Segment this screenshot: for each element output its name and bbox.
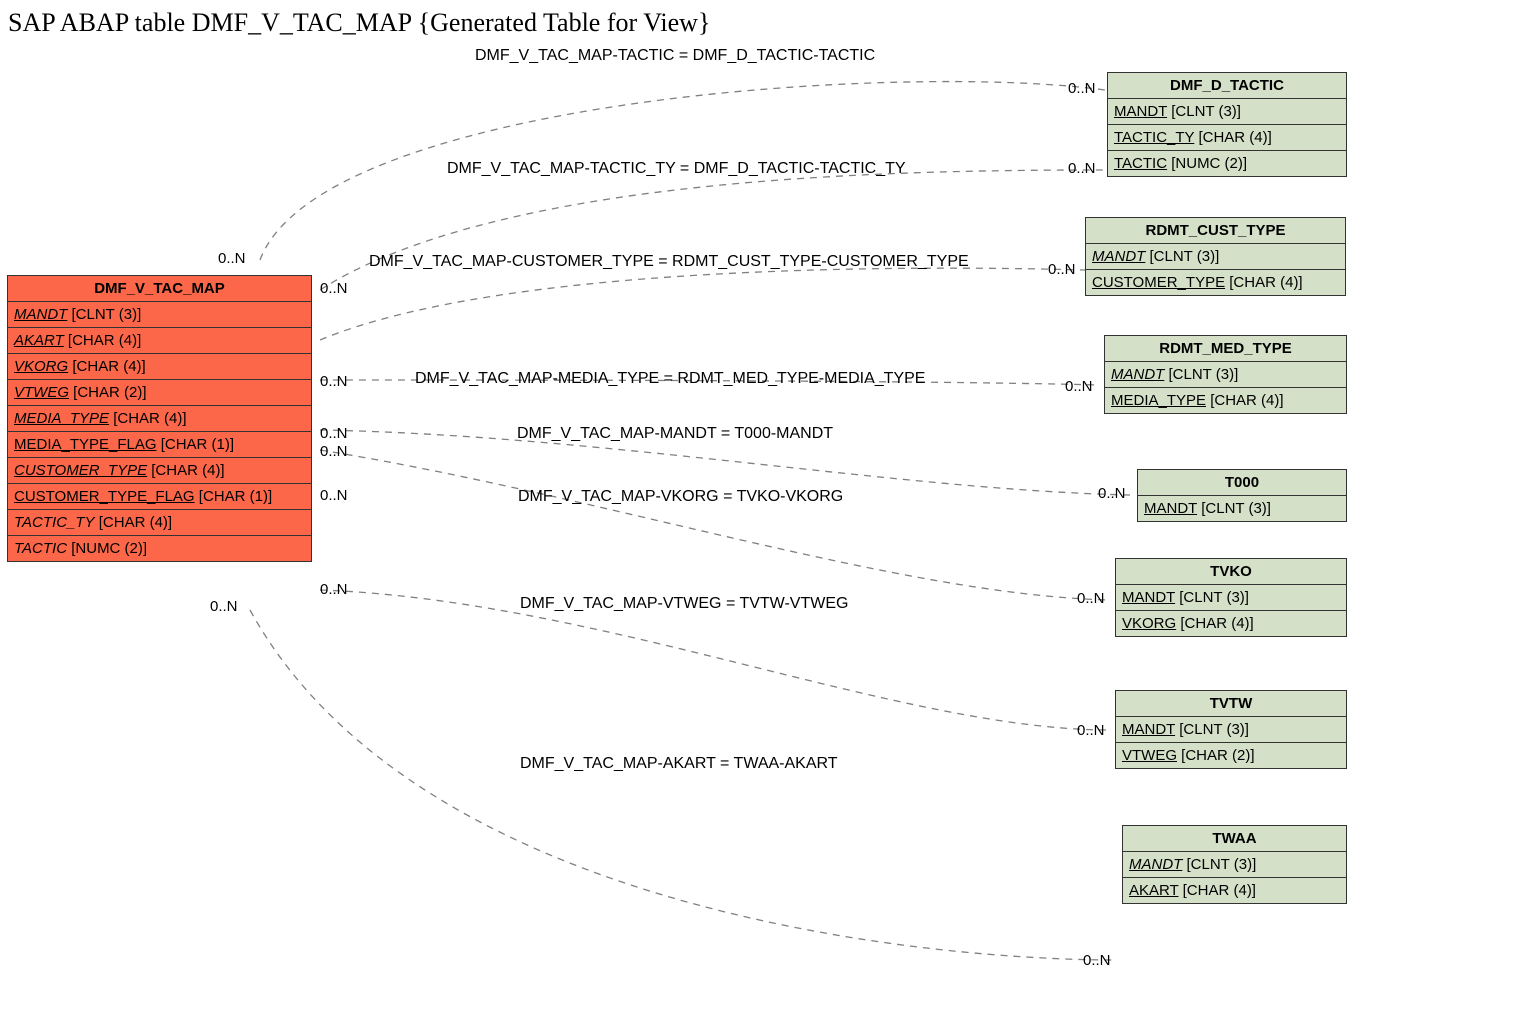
entity-tvko: TVKO MANDT [CLNT (3)] VKORG [CHAR (4)] bbox=[1115, 558, 1347, 637]
entity-header: RDMT_CUST_TYPE bbox=[1086, 218, 1345, 244]
relationship-label: DMF_V_TAC_MAP-MANDT = T000-MANDT bbox=[517, 425, 833, 443]
cardinality-label: 0..N bbox=[1083, 952, 1111, 969]
relationship-label: DMF_V_TAC_MAP-VTWEG = TVTW-VTWEG bbox=[520, 595, 848, 613]
entity-header: DMF_D_TACTIC bbox=[1108, 73, 1346, 99]
page-title: SAP ABAP table DMF_V_TAC_MAP {Generated … bbox=[8, 8, 710, 38]
relationship-label: DMF_V_TAC_MAP-AKART = TWAA-AKART bbox=[520, 755, 838, 773]
entity-field: TACTIC_TY [CHAR (4)] bbox=[1108, 125, 1346, 151]
cardinality-label: 0..N bbox=[1065, 378, 1093, 395]
entity-field: MEDIA_TYPE [CHAR (4)] bbox=[1105, 388, 1346, 413]
entity-twaa: TWAA MANDT [CLNT (3)] AKART [CHAR (4)] bbox=[1122, 825, 1347, 904]
cardinality-label: 0..N bbox=[1068, 80, 1096, 97]
relationship-label: DMF_V_TAC_MAP-CUSTOMER_TYPE = RDMT_CUST_… bbox=[369, 253, 969, 271]
cardinality-label: 0..N bbox=[320, 443, 348, 460]
cardinality-label: 0..N bbox=[1098, 485, 1126, 502]
entity-field: MANDT [CLNT (3)] bbox=[1138, 496, 1346, 521]
cardinality-label: 0..N bbox=[1048, 261, 1076, 278]
entity-field: TACTIC [NUMC (2)] bbox=[1108, 151, 1346, 176]
entity-field: CUSTOMER_TYPE [CHAR (4)] bbox=[1086, 270, 1345, 295]
entity-field: VTWEG [CHAR (2)] bbox=[1116, 743, 1346, 768]
entity-field: CUSTOMER_TYPE_FLAG [CHAR (1)] bbox=[8, 484, 311, 510]
entity-field: MANDT [CLNT (3)] bbox=[1123, 852, 1346, 878]
entity-field: MANDT [CLNT (3)] bbox=[1086, 244, 1345, 270]
entity-field: VTWEG [CHAR (2)] bbox=[8, 380, 311, 406]
entity-field: MEDIA_TYPE [CHAR (4)] bbox=[8, 406, 311, 432]
cardinality-label: 0..N bbox=[1077, 590, 1105, 607]
entity-field: MANDT [CLNT (3)] bbox=[1116, 585, 1346, 611]
cardinality-label: 0..N bbox=[218, 250, 246, 267]
entity-t000: T000 MANDT [CLNT (3)] bbox=[1137, 469, 1347, 522]
entity-field: MEDIA_TYPE_FLAG [CHAR (1)] bbox=[8, 432, 311, 458]
relationship-label: DMF_V_TAC_MAP-TACTIC_TY = DMF_D_TACTIC-T… bbox=[447, 160, 906, 178]
cardinality-label: 0..N bbox=[320, 487, 348, 504]
entity-field: AKART [CHAR (4)] bbox=[1123, 878, 1346, 903]
entity-dmf-d-tactic: DMF_D_TACTIC MANDT [CLNT (3)] TACTIC_TY … bbox=[1107, 72, 1347, 177]
entity-dmf-v-tac-map: DMF_V_TAC_MAP MANDT [CLNT (3)] AKART [CH… bbox=[7, 275, 312, 562]
cardinality-label: 0..N bbox=[1068, 160, 1096, 177]
entity-field: MANDT [CLNT (3)] bbox=[8, 302, 311, 328]
entity-rdmt-med-type: RDMT_MED_TYPE MANDT [CLNT (3)] MEDIA_TYP… bbox=[1104, 335, 1347, 414]
cardinality-label: 0..N bbox=[320, 581, 348, 598]
entity-field: VKORG [CHAR (4)] bbox=[1116, 611, 1346, 636]
entity-header: TWAA bbox=[1123, 826, 1346, 852]
entity-header: T000 bbox=[1138, 470, 1346, 496]
entity-field: CUSTOMER_TYPE [CHAR (4)] bbox=[8, 458, 311, 484]
relationship-label: DMF_V_TAC_MAP-TACTIC = DMF_D_TACTIC-TACT… bbox=[475, 47, 875, 65]
cardinality-label: 0..N bbox=[1077, 722, 1105, 739]
entity-field: VKORG [CHAR (4)] bbox=[8, 354, 311, 380]
cardinality-label: 0..N bbox=[210, 598, 238, 615]
entity-tvtw: TVTW MANDT [CLNT (3)] VTWEG [CHAR (2)] bbox=[1115, 690, 1347, 769]
entity-field: MANDT [CLNT (3)] bbox=[1108, 99, 1346, 125]
entity-field: TACTIC_TY [CHAR (4)] bbox=[8, 510, 311, 536]
cardinality-label: 0..N bbox=[320, 280, 348, 297]
cardinality-label: 0..N bbox=[320, 373, 348, 390]
entity-rdmt-cust-type: RDMT_CUST_TYPE MANDT [CLNT (3)] CUSTOMER… bbox=[1085, 217, 1346, 296]
relationship-label: DMF_V_TAC_MAP-VKORG = TVKO-VKORG bbox=[518, 488, 843, 506]
relationship-label: DMF_V_TAC_MAP-MEDIA_TYPE = RDMT_MED_TYPE… bbox=[415, 370, 925, 388]
entity-field: MANDT [CLNT (3)] bbox=[1105, 362, 1346, 388]
entity-field: TACTIC [NUMC (2)] bbox=[8, 536, 311, 561]
entity-field: MANDT [CLNT (3)] bbox=[1116, 717, 1346, 743]
entity-header: TVTW bbox=[1116, 691, 1346, 717]
entity-header: TVKO bbox=[1116, 559, 1346, 585]
cardinality-label: 0..N bbox=[320, 425, 348, 442]
entity-field: AKART [CHAR (4)] bbox=[8, 328, 311, 354]
entity-header: DMF_V_TAC_MAP bbox=[8, 276, 311, 302]
entity-header: RDMT_MED_TYPE bbox=[1105, 336, 1346, 362]
